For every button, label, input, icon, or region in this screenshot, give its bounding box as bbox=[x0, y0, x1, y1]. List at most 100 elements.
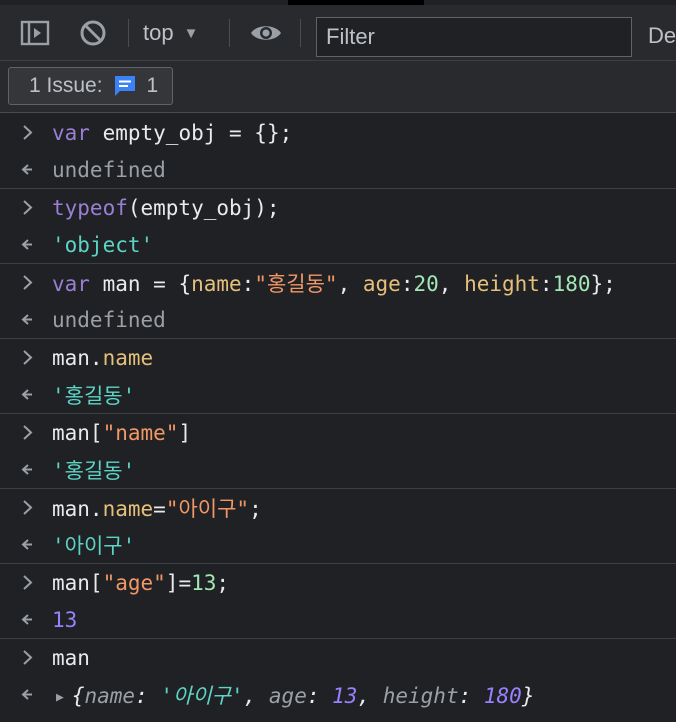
object-value: 13 bbox=[332, 683, 358, 708]
code-text: ; bbox=[216, 570, 230, 595]
code-string: "name" bbox=[102, 420, 179, 445]
code-string: "age" bbox=[102, 570, 166, 595]
console-entry: man["age"]=13; 13 bbox=[0, 564, 676, 639]
output-value: '아이구' bbox=[52, 533, 136, 558]
console-entry: typeof(empty_obj); 'object' bbox=[0, 189, 676, 264]
output-return-arrow-icon bbox=[21, 239, 32, 250]
code-keyword: var bbox=[52, 271, 90, 296]
context-selector[interactable]: top ▼ bbox=[143, 18, 198, 48]
code-text: : bbox=[400, 271, 414, 296]
input-chevron-icon bbox=[23, 200, 33, 215]
clear-console-icon[interactable] bbox=[78, 18, 108, 48]
filter-input[interactable] bbox=[316, 17, 632, 57]
code-text: : bbox=[458, 683, 484, 708]
console-output-line: ▶ {name: '아이구', age: 13, height: 180} bbox=[0, 676, 676, 713]
output-return-arrow-icon bbox=[21, 314, 32, 325]
object-value: '아이구' bbox=[160, 683, 244, 708]
levels-dropdown[interactable]: De bbox=[648, 23, 676, 49]
issues-count: 1 bbox=[146, 74, 159, 97]
code-property: name bbox=[102, 345, 154, 370]
code-keyword: typeof bbox=[52, 195, 128, 220]
code-number: 20 bbox=[413, 271, 439, 296]
console-input-line: var man = {name:"홍길동", age:20, height:18… bbox=[0, 264, 676, 301]
console-output-line: undefined bbox=[0, 151, 676, 188]
output-return-arrow-icon bbox=[21, 689, 32, 700]
code-text: ; bbox=[249, 496, 262, 521]
console-entry: man["name"] '홍길동' bbox=[0, 414, 676, 489]
code-text: : bbox=[241, 271, 255, 296]
console-input-line: typeof(empty_obj); bbox=[0, 189, 676, 226]
object-key: name bbox=[84, 683, 136, 708]
input-code: man["age"]=13; bbox=[52, 571, 229, 595]
code-text: } bbox=[521, 683, 535, 708]
code-text: man. bbox=[52, 345, 103, 370]
code-text: ]= bbox=[165, 570, 192, 595]
code-text: (empty_obj); bbox=[127, 195, 280, 220]
code-number: 180 bbox=[552, 271, 591, 296]
console-output-line: '아이구' bbox=[0, 526, 676, 563]
code-property: age bbox=[362, 271, 401, 296]
output-return-arrow-icon bbox=[21, 389, 32, 400]
input-chevron-icon bbox=[23, 125, 33, 140]
console-output-line: 'object' bbox=[0, 226, 676, 263]
console-output-line: '홍길동' bbox=[0, 376, 676, 413]
code-text: man = { bbox=[89, 271, 192, 296]
output-value: 'object' bbox=[52, 232, 154, 257]
output-return-arrow-icon bbox=[21, 614, 32, 625]
code-text: = bbox=[153, 496, 166, 521]
console-toolbar: top ▼ De bbox=[0, 5, 676, 61]
console-output-line: '홍길동' bbox=[0, 451, 676, 488]
input-chevron-icon bbox=[23, 275, 33, 290]
console-input-line: var empty_obj = {}; bbox=[0, 114, 676, 151]
console-entry: var man = {name:"홍길동", age:20, height:18… bbox=[0, 264, 676, 339]
code-string: "아이구" bbox=[165, 496, 250, 521]
code-text: ] bbox=[178, 420, 192, 445]
console-input-line: man["name"] bbox=[0, 414, 676, 451]
code-text: , bbox=[243, 683, 269, 708]
expand-triangle-icon[interactable]: ▶ bbox=[56, 690, 64, 705]
toolbar-separator bbox=[300, 19, 301, 47]
dropdown-arrow-icon: ▼ bbox=[183, 24, 199, 42]
input-chevron-icon bbox=[23, 350, 33, 365]
live-expression-eye-icon[interactable] bbox=[249, 18, 283, 48]
output-return-arrow-icon bbox=[21, 539, 32, 550]
input-chevron-icon bbox=[23, 650, 33, 665]
code-string: "홍길동" bbox=[254, 271, 338, 296]
code-property: name bbox=[191, 271, 242, 296]
code-text: man[ bbox=[52, 570, 103, 595]
code-property: name bbox=[102, 496, 154, 521]
code-property: height bbox=[464, 271, 540, 296]
object-preview[interactable]: ▶ {name: '아이구', age: 13, height: 180} bbox=[56, 680, 534, 710]
context-label: top bbox=[143, 20, 174, 45]
console-entry: man ▶ {name: '아이구', age: 13, height: 180} bbox=[0, 639, 676, 713]
object-key: height bbox=[382, 683, 459, 708]
object-value: 180 bbox=[483, 683, 522, 708]
code-text: , bbox=[357, 683, 383, 708]
object-key: age bbox=[268, 683, 307, 708]
console-messages: var empty_obj = {}; undefined typeof(emp… bbox=[0, 114, 676, 713]
input-code: man.name="아이구"; bbox=[52, 493, 262, 523]
code-keyword: var bbox=[52, 120, 90, 145]
console-input-line: man.name="아이구"; bbox=[0, 489, 676, 526]
console-input-line: man.name bbox=[0, 339, 676, 376]
output-value: '홍길동' bbox=[52, 383, 136, 408]
input-code: var empty_obj = {}; bbox=[52, 121, 292, 145]
toolbar-separator bbox=[128, 19, 129, 47]
output-return-arrow-icon bbox=[21, 164, 32, 175]
code-text: , bbox=[438, 271, 465, 296]
input-code: var man = {name:"홍길동", age:20, height:18… bbox=[52, 268, 616, 298]
sidebar-toggle-icon[interactable] bbox=[20, 18, 50, 48]
issues-bar: 1 Issue: 1 bbox=[0, 61, 676, 113]
input-chevron-icon bbox=[23, 425, 33, 440]
input-chevron-icon bbox=[23, 500, 33, 515]
code-text: : bbox=[135, 683, 161, 708]
console-output-line: 13 bbox=[0, 601, 676, 638]
input-code: man.name bbox=[52, 346, 153, 370]
output-return-arrow-icon bbox=[21, 464, 32, 475]
console-entry: man.name="아이구"; '아이구' bbox=[0, 489, 676, 564]
output-value: undefined bbox=[52, 307, 166, 332]
code-text: }; bbox=[590, 271, 616, 296]
output-value: '홍길동' bbox=[52, 458, 136, 483]
issues-button[interactable]: 1 Issue: 1 bbox=[8, 67, 174, 105]
code-text: man[ bbox=[52, 420, 103, 445]
